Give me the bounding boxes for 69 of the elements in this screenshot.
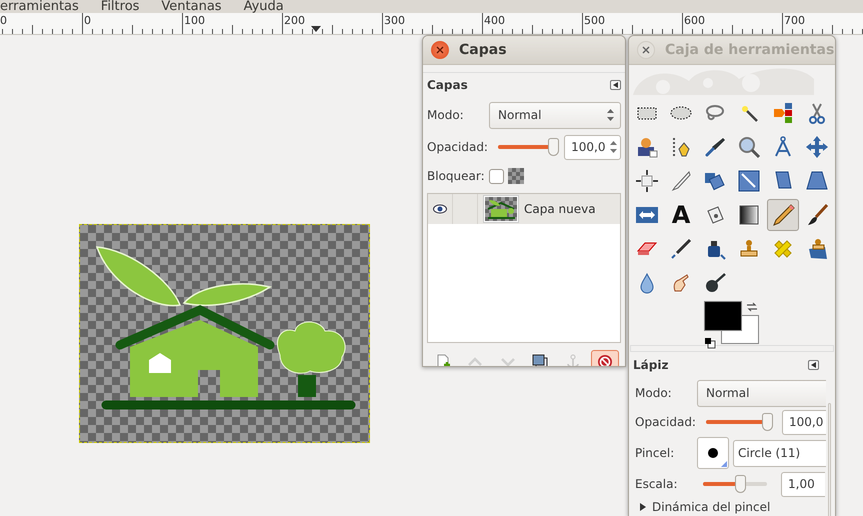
tool-button[interactable]: A [665,199,697,231]
paintbrush-icon [805,203,829,227]
menu-item[interactable]: Ventanas [161,0,222,14]
anchor-icon [564,354,581,366]
checkerboard-icon [508,168,524,184]
right-triangle-icon [639,503,647,511]
ruler-label: 500 [584,14,605,27]
stacked-pictures-icon [532,354,548,366]
scrollbar[interactable] [828,403,831,516]
mode-dropdown[interactable]: Normal [697,380,826,406]
layer-row[interactable]: Capa nueva [428,194,620,225]
ruler-label: 100 [184,14,205,27]
close-button[interactable] [431,41,449,59]
colored-squares-icon [771,101,795,125]
panel-menu-button[interactable] [808,360,819,370]
panel-menu-button[interactable] [610,80,621,90]
scale-spinner[interactable]: 1,00 [781,472,825,496]
magnifier-icon [737,135,761,159]
pencil-icon [771,203,795,227]
menu-item[interactable]: erramientas [0,0,79,14]
default-colors-icon [704,337,716,349]
opacity-spinner[interactable]: 100,0 [782,410,826,434]
ruler-label: 0 [0,14,7,27]
ruler-label: 300 [384,14,405,27]
swap-arrows-icon [745,301,759,313]
layer-thumbnail [484,196,518,222]
field-label: Modo: [635,386,673,400]
close-icon [642,46,650,54]
field-label: Escala: [635,477,679,491]
person-icon [635,135,659,159]
ruler-label: 700 [784,14,805,27]
close-icon [436,46,444,54]
menu-item[interactable]: Filtros [100,0,140,14]
left-triangle-icon [811,362,816,368]
ruler-label: 0 [84,14,91,27]
field-label: Pincel: [635,446,676,460]
position-marker-icon [311,26,321,32]
up-down-arrows-icon [607,109,614,121]
field-label: Opacidad: [427,140,488,154]
color-swatches[interactable] [704,301,759,345]
left-triangle-icon [613,82,618,88]
ruler-label: 400 [484,14,505,27]
opacity-spinner[interactable]: 100,0 [564,134,621,160]
four-arrows-icon [805,135,829,159]
expander[interactable]: Dinámica del pincel [635,499,826,515]
menu-item[interactable]: Ayuda [244,0,284,14]
lock-checkbox[interactable] [488,168,504,184]
blade-icon [669,169,693,193]
panel-title: Capas [427,78,468,92]
field-label: Modo: [427,108,465,122]
window-title: Caja de herramientas [665,42,834,58]
no-entry-icon [596,354,613,366]
field-label: Bloquear: [427,169,485,183]
letter-icon: A [672,203,690,227]
resize-square-icon [737,169,761,193]
new-layer-icon [435,354,451,366]
ruler-label: 600 [684,14,705,27]
mode-dropdown[interactable]: Normal [489,102,621,128]
brush-name-field[interactable]: Circle (11) [733,440,826,466]
gradient-square-icon [737,203,761,227]
up-down-arrows-icon [610,140,617,154]
box-with-arrows-icon [635,169,659,193]
brush-preview[interactable] [697,437,729,469]
ruler-label: 200 [284,14,305,27]
window-title: Capas [459,42,507,58]
layer-name: Capa nueva [524,202,596,216]
field-label: Opacidad: [635,415,696,429]
panel-title: Lápiz [633,358,668,372]
eyedropper-icon [703,135,727,159]
